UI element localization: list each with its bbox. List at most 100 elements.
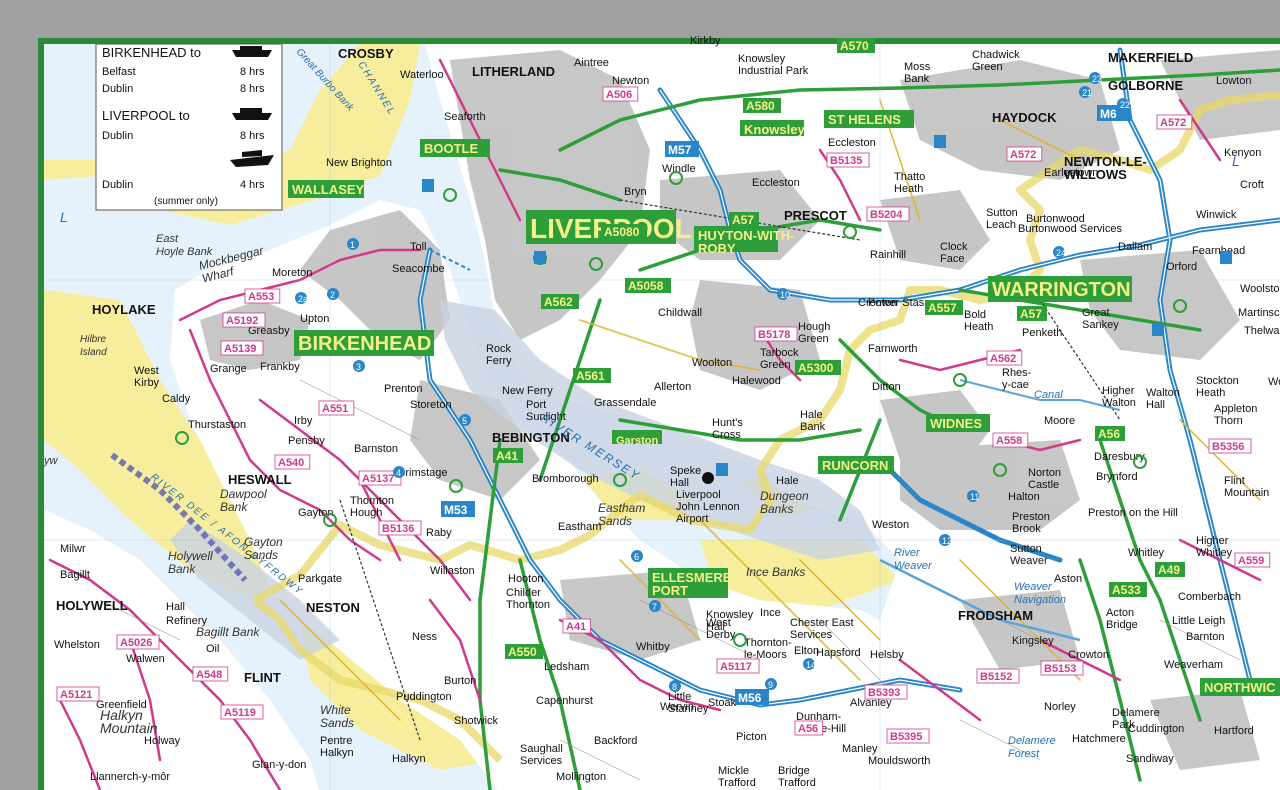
place-label: New Ferry: [502, 385, 553, 397]
place-label: Bryn: [624, 186, 647, 198]
place-label: Seaforth: [444, 111, 486, 123]
primary-road-label: A562: [544, 295, 573, 309]
a-road-label: A5026: [120, 637, 152, 649]
place-label: Ditton: [872, 381, 901, 393]
town-label-northwich: NORTHWIC: [1204, 680, 1276, 695]
town-label-haydock: HAYDOCK: [992, 110, 1057, 125]
place-label: Picton: [736, 731, 767, 743]
ferry-info-panel: BIRKENHEAD to Belfast 8 hrs Dublin 8 hrs…: [95, 43, 283, 211]
place-label: Burton: [444, 675, 476, 687]
place-label: Norton: [1028, 467, 1061, 479]
town-label-makerfield: MAKERFIELD: [1108, 50, 1193, 65]
place-label: Pensby: [288, 435, 325, 447]
junction-number: 11: [970, 492, 979, 502]
place-label: Parkgate: [298, 573, 342, 585]
place-label: Hough Green: [798, 321, 830, 345]
place-label: Moreton: [272, 267, 312, 279]
place-label: Dallam: [1118, 241, 1152, 253]
place-label: Walwen: [126, 653, 165, 665]
primary-road-label: A561: [576, 369, 605, 383]
place-label: Hartford: [1214, 725, 1254, 737]
a-road-label: B5178: [758, 329, 790, 341]
place-label: Martinscr: [1238, 307, 1280, 319]
place-label: Sandiway: [1126, 753, 1174, 765]
place-label: Halton: [1008, 491, 1040, 503]
place-label: Lowton: [1216, 75, 1251, 87]
a-road-label: A5119: [224, 707, 256, 719]
place-label: Aston: [1054, 573, 1082, 585]
primary-road-label: A56: [1098, 427, 1120, 441]
place-label: Helsby: [870, 649, 904, 661]
place-label: Upton: [300, 313, 329, 325]
place-label: Hunt's Cross: [712, 417, 743, 441]
place-label: Higher Whitley: [1196, 535, 1233, 559]
a-road-label: A5139: [224, 343, 256, 355]
junction-number: 2: [330, 290, 335, 300]
place-label: Clock Face: [940, 241, 968, 265]
place-label: Grassendale: [594, 397, 656, 409]
place-label: Mollington: [556, 771, 606, 783]
place-label: Fearnhead: [1192, 245, 1245, 257]
primary-road-label: A5058: [628, 279, 664, 293]
motorway-label: M56: [738, 691, 762, 705]
town-label-st-helens: ST HELENS: [828, 112, 901, 127]
place-label: Thornton-le-Moors: [744, 637, 792, 661]
town-label-litherland: LITHERLAND: [472, 64, 555, 79]
place-label: Newton: [612, 75, 649, 87]
a-road-label: A56: [798, 723, 818, 735]
a-road-label: B5395: [890, 731, 922, 743]
a-road-label: B5204: [870, 209, 903, 221]
place-label: Weaverham: [1164, 659, 1223, 671]
ferry-row-4-dest: Dublin: [102, 179, 133, 191]
place-label: Hatchmere: [1072, 733, 1126, 745]
junction-number: 5: [462, 416, 467, 426]
tourist-info-icon: [934, 135, 946, 148]
place-label: Wervin: [660, 701, 694, 713]
water-label: White Sands: [320, 703, 354, 730]
road-map: BIRKENHEAD to Belfast 8 hrs Dublin 8 hrs…: [0, 0, 1280, 790]
motorway-label: M53: [444, 503, 468, 517]
primary-road-label: A57: [1020, 307, 1042, 321]
place-label: Toll: [410, 241, 427, 253]
place-label: Thatto Heath: [894, 171, 925, 195]
town-label-flint: FLINT: [244, 670, 281, 685]
place-label: Rainhill: [870, 249, 906, 261]
place-label: Moss Bank: [904, 61, 931, 85]
place-label: Waterloo: [400, 69, 444, 81]
place-label: Whelston: [54, 639, 100, 651]
place-label: Backford: [594, 735, 637, 747]
place-label: Grange: [210, 363, 247, 375]
junction-number: 23: [1092, 74, 1102, 84]
place-label: Oil: [206, 643, 219, 655]
ferry-row-3-dest: Dublin: [102, 130, 133, 142]
place-label: Kirkby: [690, 35, 721, 47]
tourist-info-icon: [716, 463, 728, 476]
place-label: Croft: [1240, 179, 1264, 191]
primary-road-label: A550: [508, 645, 537, 659]
a-road-label: B5356: [1212, 441, 1244, 453]
place-label: New Brighton: [326, 157, 392, 169]
ferry-row-2-dest: Dublin: [102, 83, 133, 95]
place-label: Hale: [776, 475, 799, 487]
ferry-row-1-time: 8 hrs: [240, 66, 265, 78]
town-label-prescot: PRESCOT: [784, 208, 847, 223]
place-label: Preston on the Hill: [1088, 507, 1178, 519]
place-label: Rhes-y-cae: [1002, 367, 1032, 391]
ferry-row-2-time: 8 hrs: [240, 83, 265, 95]
place-label: Rock Ferry: [486, 343, 512, 367]
place-label: Mouldsworth: [868, 755, 930, 767]
place-label: Glan-y-don: [252, 759, 306, 771]
place-label: Willaston: [430, 565, 475, 577]
junction-number: 24: [1056, 248, 1066, 258]
place-label: Prenton: [384, 383, 423, 395]
place-label: Comberbach: [1178, 591, 1241, 603]
place-label: Eccleston: [752, 177, 800, 189]
place-label: Moore: [1044, 415, 1075, 427]
place-label: Raby: [426, 527, 452, 539]
junction-number: 22: [1120, 100, 1130, 110]
a-road-label: A506: [606, 89, 632, 101]
town-label-heswall: HESWALL: [228, 472, 292, 487]
a-road-label: B5152: [980, 671, 1012, 683]
place-label: Llannerch-y-môr: [90, 771, 170, 783]
a-road-label: A572: [1010, 149, 1036, 161]
